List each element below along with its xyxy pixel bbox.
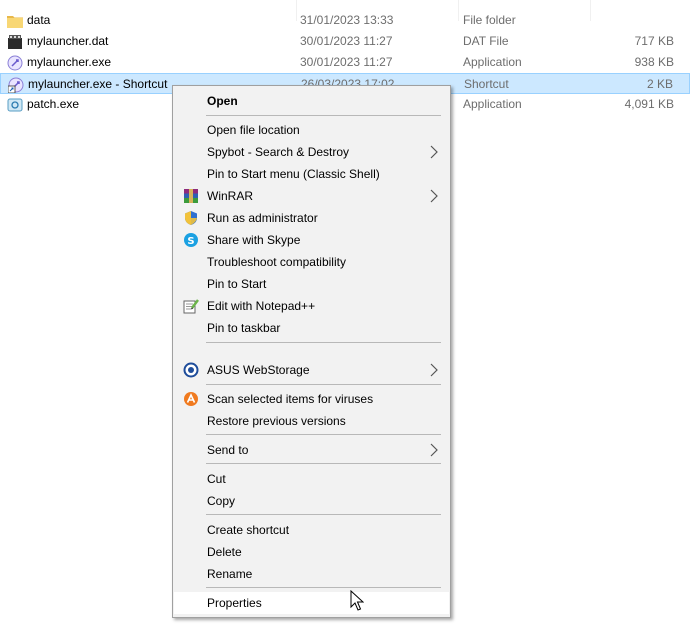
menu-item-label: WinRAR <box>207 189 254 203</box>
menu-item-pin-start[interactable]: Pin to Start <box>174 273 449 295</box>
chevron-right-icon <box>430 443 438 457</box>
avast-icon <box>183 391 199 407</box>
file-name: mylauncher.dat <box>27 34 109 48</box>
menu-item-label: Restore previous versions <box>207 414 346 428</box>
menu-item-label: Open file location <box>207 123 300 137</box>
menu-item-label: Copy <box>207 494 236 508</box>
menu-separator <box>206 384 441 385</box>
file-size: 717 KB <box>634 34 674 48</box>
menu-item-create-shortcut[interactable]: Create shortcut <box>174 519 449 541</box>
file-type: File folder <box>463 13 516 27</box>
menu-separator <box>206 434 441 435</box>
menu-item-label: Send to <box>207 443 249 457</box>
menu-item-label: Scan selected items for viruses <box>207 392 374 406</box>
folder-icon <box>7 13 23 29</box>
menu-item-rename[interactable]: Rename <box>174 563 449 585</box>
menu-item-edit-notepad[interactable]: Edit with Notepad++ <box>174 295 449 317</box>
menu-item-label: Pin to taskbar <box>207 321 281 335</box>
menu-item-label: Run as administrator <box>207 211 318 225</box>
file-name: mylauncher.exe <box>27 55 112 69</box>
menu-item-label: Delete <box>207 545 242 559</box>
menu-item-copy[interactable]: Copy <box>174 490 449 512</box>
chevron-right-icon <box>430 363 438 377</box>
menu-separator <box>206 342 441 343</box>
menu-item-label: Open <box>207 94 238 108</box>
menu-item-properties[interactable]: Properties <box>174 592 449 614</box>
svg-text:S: S <box>187 236 194 247</box>
menu-item-label: Share with Skype <box>207 233 301 247</box>
launcher-app-icon <box>7 55 23 71</box>
menu-item-label: Troubleshoot compatibility <box>207 255 346 269</box>
menu-separator <box>206 587 441 588</box>
file-row-data[interactable]: data 31/01/2023 13:33 File folder <box>0 10 690 31</box>
menu-item-pin-taskbar[interactable]: Pin to taskbar <box>174 317 449 339</box>
menu-item-open[interactable]: Open <box>174 90 449 112</box>
menu-item-run-as-admin[interactable]: Run as administrator <box>174 207 449 229</box>
file-type: Application <box>463 55 522 69</box>
notepad-plus-plus-icon <box>183 298 199 314</box>
file-size: 2 KB <box>646 77 673 91</box>
menu-item-label: ASUS WebStorage <box>207 363 310 377</box>
menu-item-spybot[interactable]: Spybot - Search & Destroy <box>174 141 449 163</box>
menu-separator <box>206 463 441 464</box>
menu-item-label: Cut <box>207 472 226 486</box>
menu-separator <box>206 514 441 515</box>
mouse-cursor-icon <box>350 590 364 611</box>
dat-file-icon <box>7 34 23 50</box>
menu-item-restore-versions[interactable]: Restore previous versions <box>174 410 449 432</box>
menu-item-winrar[interactable]: WinRAR <box>174 185 449 207</box>
menu-item-delete[interactable]: Delete <box>174 541 449 563</box>
menu-item-scan-viruses[interactable]: Scan selected items for viruses <box>174 388 449 410</box>
file-name: mylauncher.exe - Shortcut <box>28 77 168 91</box>
context-menu: Open Open file location Spybot - Search … <box>172 85 451 618</box>
asus-webstorage-icon <box>183 362 199 378</box>
winrar-icon <box>183 188 199 204</box>
menu-item-label: Create shortcut <box>207 523 290 537</box>
menu-item-label: Edit with Notepad++ <box>207 299 316 313</box>
skype-icon: S <box>183 232 199 248</box>
menu-item-asus-webstorage[interactable]: ASUS WebStorage <box>174 359 449 381</box>
menu-item-send-to[interactable]: Send to <box>174 439 449 461</box>
shortcut-icon <box>8 77 24 93</box>
menu-item-pin-start-classic[interactable]: Pin to Start menu (Classic Shell) <box>174 163 449 185</box>
file-type: DAT File <box>463 34 509 48</box>
menu-item-label: Pin to Start <box>207 277 267 291</box>
menu-item-label: Pin to Start menu (Classic Shell) <box>207 167 380 181</box>
menu-item-label: Spybot - Search & Destroy <box>207 145 350 159</box>
file-size: 938 KB <box>634 55 674 69</box>
menu-item-share-skype[interactable]: S Share with Skype <box>174 229 449 251</box>
menu-item-open-file-location[interactable]: Open file location <box>174 119 449 141</box>
file-type: Application <box>463 97 522 111</box>
chevron-right-icon <box>430 189 438 203</box>
menu-item-label: Properties <box>207 596 262 610</box>
file-type: Shortcut <box>464 77 509 91</box>
file-date: 30/01/2023 11:27 <box>300 34 393 48</box>
uac-shield-icon <box>183 210 199 226</box>
file-date: 31/01/2023 13:33 <box>300 13 394 27</box>
file-row-mylauncher-exe[interactable]: mylauncher.exe 30/01/2023 11:27 Applicat… <box>0 52 690 73</box>
file-name: data <box>27 13 51 27</box>
menu-item-label: Rename <box>207 567 253 581</box>
file-name: patch.exe <box>27 97 80 111</box>
menu-item-cut[interactable]: Cut <box>174 468 449 490</box>
chevron-right-icon <box>430 145 438 159</box>
file-row-mylauncher-dat[interactable]: mylauncher.dat 30/01/2023 11:27 DAT File… <box>0 31 690 52</box>
file-date: 30/01/2023 11:27 <box>300 55 393 69</box>
menu-separator <box>206 115 441 116</box>
file-size: 4,091 KB <box>624 97 674 111</box>
patch-app-icon <box>7 97 23 113</box>
menu-item-troubleshoot[interactable]: Troubleshoot compatibility <box>174 251 449 273</box>
